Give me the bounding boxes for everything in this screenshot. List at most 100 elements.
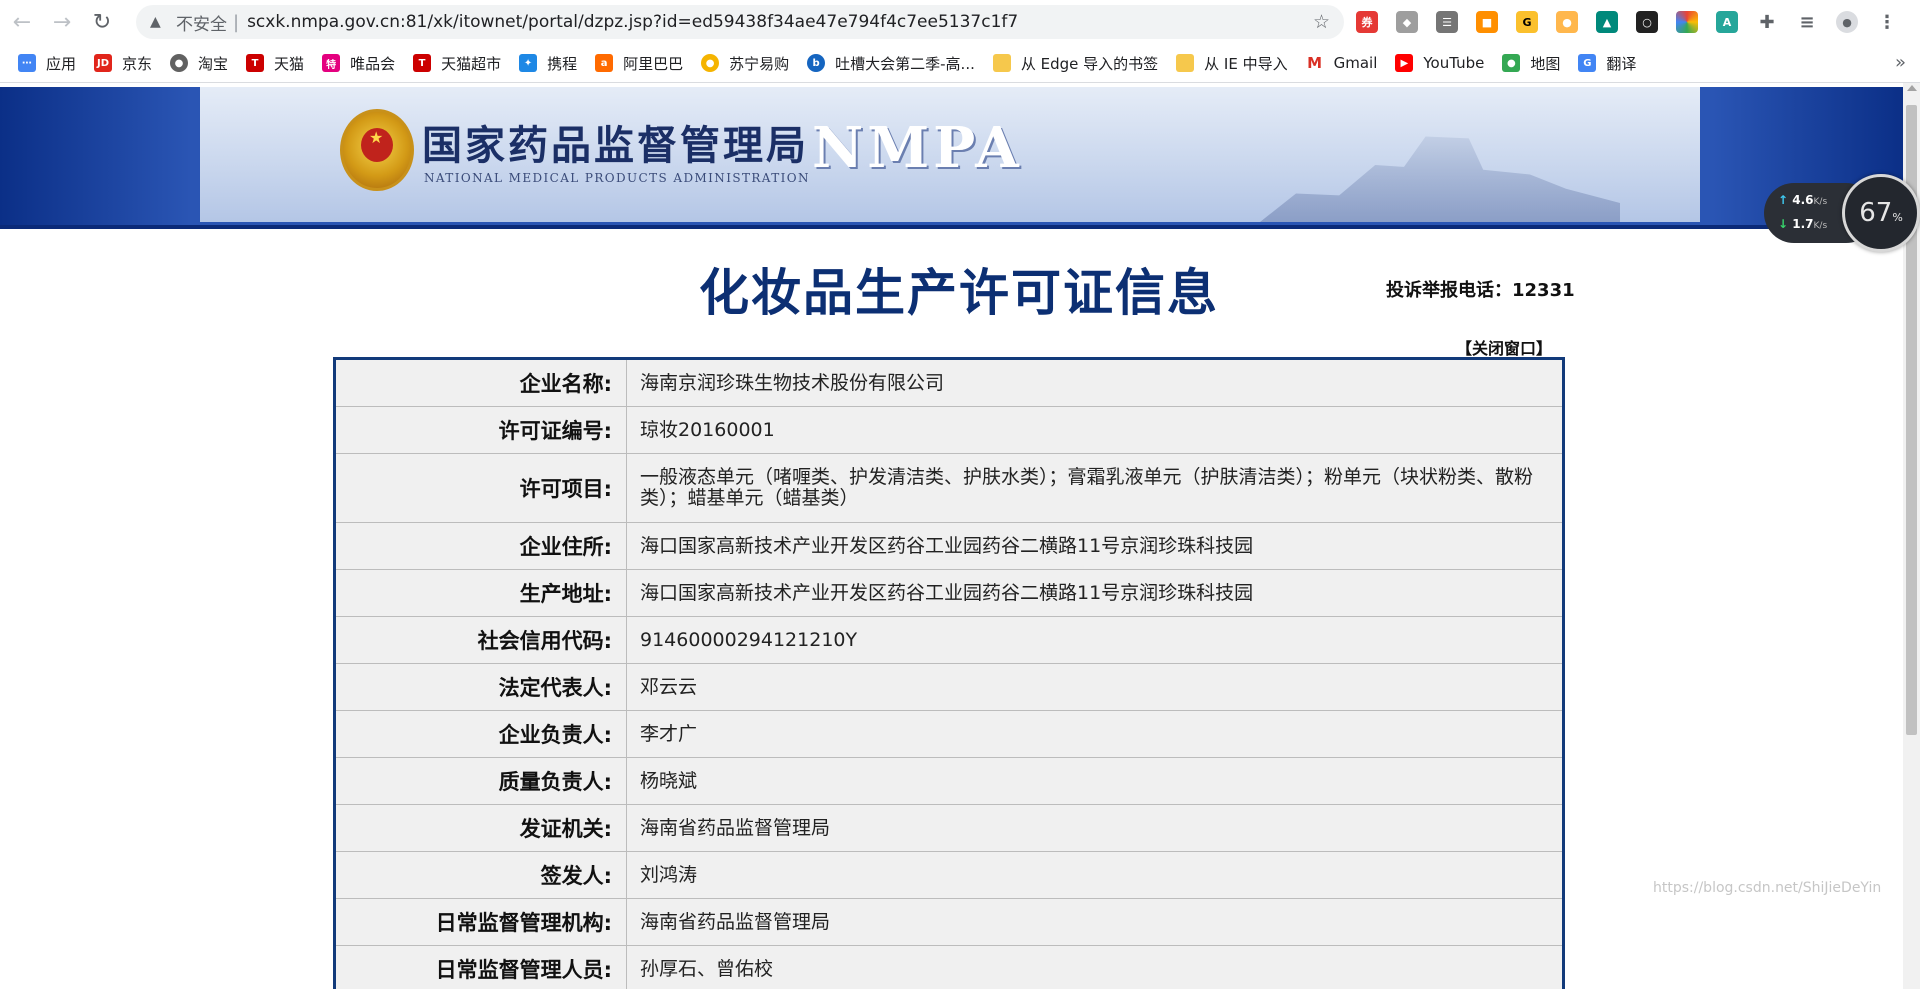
field-value: 海南省药品监督管理局 bbox=[626, 898, 1564, 946]
table-row: 生产地址: 海口国家高新技术产业开发区药谷工业园药谷二横路11号京润珍珠科技园 bbox=[334, 569, 1564, 617]
more-bookmarks-icon[interactable]: » bbox=[1895, 52, 1906, 73]
bookmark-alibaba[interactable]: a 阿里巴巴 bbox=[595, 53, 683, 74]
bookmarks-bar: ⋯ 应用 JD 京东 ● 淘宝 T 天猫 特唯品会 T 天猫超市 ✦ 携程 a 阿里巴巴 ● 苏… bbox=[0, 44, 1920, 83]
table-row: 许可证编号: 琼妆20160001 bbox=[334, 406, 1564, 454]
apps-icon: ⋯ bbox=[18, 54, 36, 72]
bookmark-video[interactable]: b 吐槽大会第二季-高... bbox=[807, 53, 975, 74]
page-viewport: ★ 国家药品监督管理局 NATIONAL MEDICAL PRODUCTS AD… bbox=[0, 83, 1903, 989]
field-value: 一般液态单元（啫喱类、护发清洁类、护肤水类）；膏霜乳液单元（护肤清洁类）；粉单元… bbox=[626, 453, 1564, 523]
shield-extension-icon[interactable]: ◆ bbox=[1396, 11, 1418, 33]
spiral-extension-icon[interactable]: ○ bbox=[1636, 11, 1658, 33]
field-value: 李才广 bbox=[626, 710, 1564, 758]
reload-button[interactable]: ↻ bbox=[84, 4, 120, 40]
bookmark-ctrip[interactable]: ✦ 携程 bbox=[519, 53, 577, 74]
bookmark-vip[interactable]: 特唯品会 bbox=[322, 53, 395, 74]
bookmark-star-icon[interactable]: ☆ bbox=[1313, 11, 1330, 33]
field-value: 孙厚石、曾佑校 bbox=[626, 945, 1564, 989]
agency-name-cn: 国家药品监督管理局 bbox=[422, 122, 809, 169]
field-label: 许可项目: bbox=[334, 453, 627, 523]
field-label: 质量负责人: bbox=[334, 757, 627, 805]
url-separator: | bbox=[233, 11, 240, 33]
chart-extension-icon[interactable]: ▲ bbox=[1596, 11, 1618, 33]
g-extension-icon[interactable]: G bbox=[1516, 11, 1538, 33]
field-value: 海口国家高新技术产业开发区药谷工业园药谷二横路11号京润珍珠科技园 bbox=[626, 522, 1564, 570]
reading-list-icon[interactable]: ≡ bbox=[1796, 11, 1818, 33]
complaint-phone: 12331 bbox=[1512, 280, 1575, 301]
bookmark-edge-folder[interactable]: 从 Edge 导入的书签 bbox=[992, 53, 1158, 74]
ctrip-icon: ✦ bbox=[519, 54, 538, 72]
national-emblem-icon: ★ bbox=[340, 109, 414, 191]
menu-kebab-icon[interactable]: ⋮ bbox=[1876, 11, 1898, 33]
field-value: 海南京润珍珠生物技术股份有限公司 bbox=[626, 358, 1564, 407]
back-button[interactable]: ← bbox=[4, 4, 40, 40]
bookmark-translate[interactable]: G 翻译 bbox=[1578, 53, 1636, 74]
table-row: 许可项目: 一般液态单元（啫喱类、护发清洁类、护肤水类）；膏霜乳液单元（护肤清洁类… bbox=[334, 453, 1564, 523]
agency-name-en: NATIONAL MEDICAL PRODUCTS ADMINISTRATION bbox=[424, 171, 810, 185]
lock-extension-icon[interactable]: ■ bbox=[1476, 11, 1498, 33]
close-window-link[interactable]: 【关闭窗口】 bbox=[1456, 335, 1552, 359]
forward-button[interactable]: → bbox=[44, 4, 80, 40]
field-value: 海口国家高新技术产业开发区药谷工业园药谷二横路11号京润珍珠科技园 bbox=[626, 569, 1564, 617]
tmall-market-icon: T bbox=[413, 54, 432, 72]
table-row: 社会信用代码: 91460000294121210Y bbox=[334, 616, 1564, 664]
upload-arrow-icon: ↑ bbox=[1778, 193, 1789, 207]
field-value: 海南省药品监督管理局 bbox=[626, 804, 1564, 852]
gmail-icon: M bbox=[1305, 54, 1324, 72]
field-label: 日常监督管理人员: bbox=[334, 945, 627, 989]
field-label: 企业负责人: bbox=[334, 710, 627, 758]
tiger-extension-icon[interactable]: ● bbox=[1556, 11, 1578, 33]
field-label: 签发人: bbox=[334, 851, 627, 899]
license-info-table: 企业名称: 海南京润珍珠生物技术股份有限公司 许可证编号: 琼妆20160001 许可项… bbox=[333, 357, 1565, 989]
coupon-extension-icon[interactable]: 券 bbox=[1356, 11, 1378, 33]
bookmark-taobao[interactable]: ● 淘宝 bbox=[170, 53, 228, 74]
bookmark-suning[interactable]: ● 苏宁易购 bbox=[701, 53, 789, 74]
agency-banner: ★ 国家药品监督管理局 NATIONAL MEDICAL PRODUCTS AD… bbox=[200, 87, 1700, 222]
video-icon: b bbox=[807, 54, 826, 72]
security-label[interactable]: 不安全 bbox=[176, 10, 227, 35]
field-label: 发证机关: bbox=[334, 804, 627, 852]
field-value: 琼妆20160001 bbox=[626, 406, 1564, 454]
field-label: 企业住所: bbox=[334, 522, 627, 570]
bookmark-apps[interactable]: ⋯ 应用 bbox=[18, 53, 76, 74]
table-row: 质量负责人: 杨晓斌 bbox=[334, 757, 1564, 805]
search-extension-icon[interactable]: A bbox=[1716, 11, 1738, 33]
complaint-label: 投诉举报电话： bbox=[1386, 280, 1512, 301]
warning-icon[interactable]: ▲ bbox=[150, 14, 168, 30]
cpu-usage-gauge[interactable]: 67% bbox=[1842, 174, 1920, 252]
folder-icon bbox=[1176, 54, 1195, 72]
field-label: 企业名称: bbox=[334, 358, 627, 407]
address-bar[interactable]: ▲ 不安全 | scxk.nmpa.gov.cn:81/xk/itownet/p… bbox=[136, 5, 1344, 39]
field-label: 法定代表人: bbox=[334, 663, 627, 711]
scroll-up-icon[interactable] bbox=[1907, 85, 1917, 91]
bookmark-youtube[interactable]: ▶ YouTube bbox=[1395, 54, 1484, 72]
browser-toolbar: ← → ↻ ▲ 不安全 | scxk.nmpa.gov.cn:81/xk/ito… bbox=[0, 0, 1920, 44]
maps-icon: ● bbox=[1502, 54, 1521, 72]
profile-avatar-icon[interactable]: ● bbox=[1836, 11, 1858, 33]
field-value: 刘鸿涛 bbox=[626, 851, 1564, 899]
bookmark-tmall-market[interactable]: T 天猫超市 bbox=[413, 53, 501, 74]
jd-icon: JD bbox=[94, 54, 113, 72]
bookmark-maps[interactable]: ● 地图 bbox=[1502, 53, 1560, 74]
field-value: 杨晓斌 bbox=[626, 757, 1564, 805]
puzzle-icon[interactable]: ✚ bbox=[1756, 11, 1778, 33]
bookmark-ie-folder[interactable]: 从 IE 中导入 bbox=[1176, 53, 1288, 74]
upload-speed: ↑ 4.6K/s bbox=[1778, 193, 1828, 207]
bookmark-gmail[interactable]: M Gmail bbox=[1305, 54, 1377, 72]
globe-icon: ● bbox=[170, 54, 189, 72]
agency-abbr: NMPA bbox=[812, 115, 1023, 181]
table-row: 企业名称: 海南京润珍珠生物技术股份有限公司 bbox=[334, 358, 1564, 407]
extensions-area: 券 ◆ ☰ ■ G ● ▲ ○ A ✚ ≡ ● ⋮ bbox=[1356, 6, 1916, 38]
youtube-icon: ▶ bbox=[1395, 54, 1414, 72]
table-row: 日常监督管理机构: 海南省药品监督管理局 bbox=[334, 898, 1564, 946]
url-text[interactable]: scxk.nmpa.gov.cn:81/xk/itownet/portal/dz… bbox=[247, 12, 1018, 32]
table-row: 企业住所: 海口国家高新技术产业开发区药谷工业园药谷二横路11号京润珍珠科技园 bbox=[334, 522, 1564, 570]
great-wall-illustration bbox=[1260, 136, 1620, 222]
layers-extension-icon[interactable]: ☰ bbox=[1436, 11, 1458, 33]
color-extension-icon[interactable] bbox=[1676, 11, 1698, 33]
download-arrow-icon: ↓ bbox=[1778, 217, 1789, 231]
table-row: 发证机关: 海南省药品监督管理局 bbox=[334, 804, 1564, 852]
suning-icon: ● bbox=[701, 54, 720, 72]
bookmark-tmall[interactable]: T 天猫 bbox=[246, 53, 304, 74]
bookmark-jd[interactable]: JD 京东 bbox=[94, 53, 152, 74]
field-label: 社会信用代码: bbox=[334, 616, 627, 664]
